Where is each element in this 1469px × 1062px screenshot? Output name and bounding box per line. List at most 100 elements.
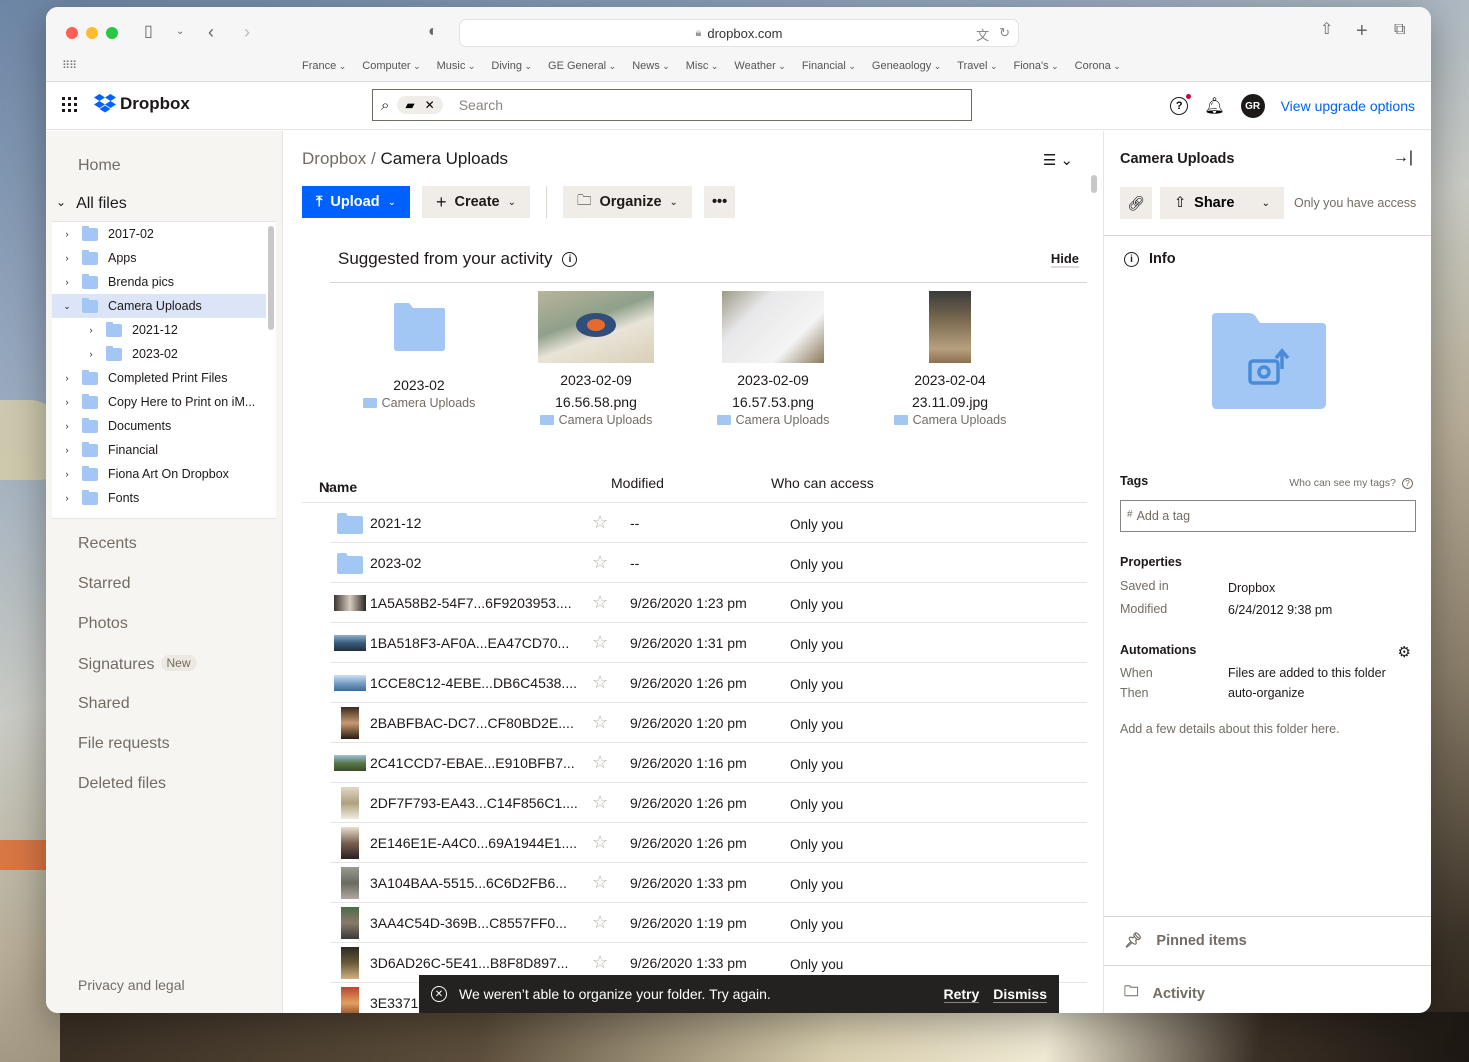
- app-switcher-icon[interactable]: [62, 97, 78, 113]
- tree-item[interactable]: › Documents: [52, 414, 276, 438]
- tree-item[interactable]: ⌄ Camera Uploads: [52, 294, 266, 318]
- back-icon[interactable]: ‹: [208, 23, 214, 41]
- chevron-right-icon[interactable]: ›: [62, 469, 72, 479]
- star-icon[interactable]: ☆: [592, 512, 608, 533]
- file-name[interactable]: 1BA518F3-AF0A...EA47CD70...: [370, 635, 585, 651]
- retry-button[interactable]: Retry: [943, 986, 980, 1003]
- star-icon[interactable]: ☆: [592, 552, 608, 573]
- bookmark-travel[interactable]: Travel: [957, 60, 997, 72]
- sidebar-item-file-requests[interactable]: File requests: [78, 735, 170, 753]
- tree-item[interactable]: › Apps: [52, 246, 276, 270]
- star-icon[interactable]: ☆: [592, 592, 608, 613]
- sidebar-item-home[interactable]: Home: [78, 157, 121, 175]
- sidebar-toggle-icon[interactable]: ▯: [144, 24, 153, 40]
- table-row[interactable]: 2021-12 ☆ -- Only you: [330, 503, 1087, 543]
- file-name[interactable]: 3AA4C54D-369B...C8557FF0...: [370, 915, 585, 931]
- table-row[interactable]: 3AA4C54D-369B...C8557FF0... ☆ 9/26/2020 1:…: [330, 903, 1087, 943]
- tree-item[interactable]: › Fonts: [52, 486, 276, 510]
- chevron-down-icon[interactable]: ⌄: [1262, 198, 1270, 209]
- table-row[interactable]: 1BA518F3-AF0A...EA47CD70... ☆ 9/26/2020 1:…: [330, 623, 1087, 663]
- sidebar-item-shared[interactable]: Shared: [78, 695, 130, 713]
- sidebar-item-recents[interactable]: Recents: [78, 535, 137, 553]
- table-row[interactable]: 2C41CCD7-EBAE...E910BFB7... ☆ 9/26/2020 1:…: [330, 743, 1087, 783]
- star-icon[interactable]: ☆: [592, 912, 608, 933]
- add-tag-input[interactable]: # Add a tag: [1120, 500, 1416, 532]
- star-icon[interactable]: ☆: [592, 712, 608, 733]
- tree-item[interactable]: › 2017-02: [52, 222, 276, 246]
- tags-help-link[interactable]: Who can see my tags? ?: [1289, 477, 1413, 489]
- star-icon[interactable]: ☆: [592, 752, 608, 773]
- table-row[interactable]: 2DF7F793-EA43...C14F856C1.... ☆ 9/26/2020 …: [330, 783, 1087, 823]
- sidebar-item-photos[interactable]: Photos: [78, 615, 128, 633]
- file-name[interactable]: 1A5A58B2-54F7...6F9203953....: [370, 595, 585, 611]
- address-bar[interactable]: 🔒︎ dropbox.com 文 ↻: [459, 19, 1019, 47]
- bookmark-geneaology[interactable]: Geneaology: [872, 60, 941, 72]
- hide-suggested-button[interactable]: Hide: [1050, 251, 1079, 268]
- automation-settings-icon[interactable]: ⚙: [1398, 643, 1411, 661]
- chevron-right-icon[interactable]: ›: [62, 277, 72, 287]
- file-name[interactable]: 2E146E1E-A4C0...69A1944E1....: [370, 835, 585, 851]
- organize-button[interactable]: 🗀 Organize ⌄: [563, 186, 692, 218]
- table-row[interactable]: 2023-02 ☆ -- Only you: [330, 543, 1087, 583]
- avatar[interactable]: GR: [1240, 94, 1265, 118]
- file-name[interactable]: 2023-02: [370, 555, 585, 571]
- column-who-can-access[interactable]: Who can access: [771, 475, 874, 491]
- translate-icon[interactable]: 文: [976, 25, 989, 44]
- tree-item[interactable]: › Financial: [52, 438, 276, 462]
- sidebar-item-deleted-files[interactable]: Deleted files: [78, 775, 166, 793]
- file-name[interactable]: 3A104BAA-5515...6C6D2FB6...: [370, 875, 585, 891]
- notifications-bell-icon[interactable]: 🔔︎: [1204, 96, 1224, 116]
- suggested-item[interactable]: 2023-02-09 16.56.58.png Camera Uploads: [521, 291, 671, 427]
- search-input[interactable]: Search: [459, 97, 503, 113]
- chevron-right-icon[interactable]: ›: [62, 421, 72, 431]
- dropbox-logo[interactable]: Dropbox: [94, 94, 190, 114]
- star-icon[interactable]: ☆: [592, 672, 608, 693]
- copy-link-button[interactable]: 🔗︎: [1120, 187, 1152, 219]
- star-icon[interactable]: ☆: [592, 832, 608, 853]
- zoom-window-button[interactable]: [106, 27, 118, 39]
- tree-item[interactable]: › Copy Here to Print on iM...: [52, 390, 276, 414]
- chevron-right-icon[interactable]: ›: [62, 373, 72, 383]
- sidebar-item-all-files[interactable]: ⌄ All files: [56, 195, 127, 213]
- breadcrumb-root[interactable]: Dropbox: [302, 149, 366, 168]
- main-scrollbar[interactable]: [1091, 175, 1097, 193]
- chevron-right-icon[interactable]: ›: [86, 325, 96, 335]
- search-field[interactable]: ⌕ ▰ ✕ Search: [372, 89, 972, 121]
- help-icon[interactable]: ?: [1170, 94, 1192, 115]
- table-row[interactable]: 2E146E1E-A4C0...69A1944E1.... ☆ 9/26/2020 …: [330, 823, 1087, 863]
- star-icon[interactable]: ☆: [592, 952, 608, 973]
- column-modified[interactable]: Modified: [611, 475, 664, 491]
- chevron-right-icon[interactable]: ›: [62, 493, 72, 503]
- bookmark-weather[interactable]: Weather: [734, 60, 785, 72]
- suggested-item-location[interactable]: Camera Uploads: [521, 413, 671, 427]
- view-options-icon[interactable]: ☰ ⌄: [1043, 151, 1073, 169]
- bookmark-corona[interactable]: Corona: [1075, 60, 1121, 72]
- star-icon[interactable]: ☆: [592, 872, 608, 893]
- collapse-panel-icon[interactable]: →|: [1393, 149, 1413, 167]
- file-name[interactable]: 3D6AD26C-5E41...B8F8D897...: [370, 955, 585, 971]
- minimize-window-button[interactable]: [86, 27, 98, 39]
- table-row[interactable]: 2BABFBAC-DC7...CF80BD2E.... ☆ 9/26/2020 1:…: [330, 703, 1087, 743]
- chevron-right-icon[interactable]: ›: [62, 445, 72, 455]
- tree-item[interactable]: › Completed Print Files: [52, 366, 276, 390]
- suggested-item[interactable]: 2023-02-09 16.57.53.png Camera Uploads: [698, 291, 848, 427]
- bookmark-music[interactable]: Music: [437, 60, 476, 72]
- bookmark-misc[interactable]: Misc: [686, 60, 719, 72]
- bookmark-news[interactable]: News: [632, 60, 670, 72]
- sidebar-item-starred[interactable]: Starred: [78, 575, 130, 593]
- file-name[interactable]: 2DF7F793-EA43...C14F856C1....: [370, 795, 585, 811]
- bookmark-fionas[interactable]: Fiona's: [1013, 60, 1058, 72]
- bookmark-financial[interactable]: Financial: [802, 60, 856, 72]
- privacy-legal-link[interactable]: Privacy and legal: [78, 977, 185, 993]
- chevron-down-icon[interactable]: ⌄: [176, 27, 184, 37]
- file-name[interactable]: 1CCE8C12-4EBE...DB6C4538....: [370, 675, 585, 691]
- tree-item[interactable]: › 2021-12: [52, 318, 276, 342]
- new-tab-icon[interactable]: +: [1356, 21, 1368, 41]
- star-icon[interactable]: ☆: [592, 792, 608, 813]
- create-button[interactable]: + Create ⌄: [421, 186, 530, 218]
- star-icon[interactable]: ☆: [592, 632, 608, 653]
- upgrade-link[interactable]: View upgrade options: [1281, 98, 1415, 114]
- dismiss-button[interactable]: Dismiss: [993, 986, 1047, 1003]
- table-row[interactable]: 3A104BAA-5515...6C6D2FB6... ☆ 9/26/2020 1:…: [330, 863, 1087, 903]
- tree-item[interactable]: › Brenda pics: [52, 270, 276, 294]
